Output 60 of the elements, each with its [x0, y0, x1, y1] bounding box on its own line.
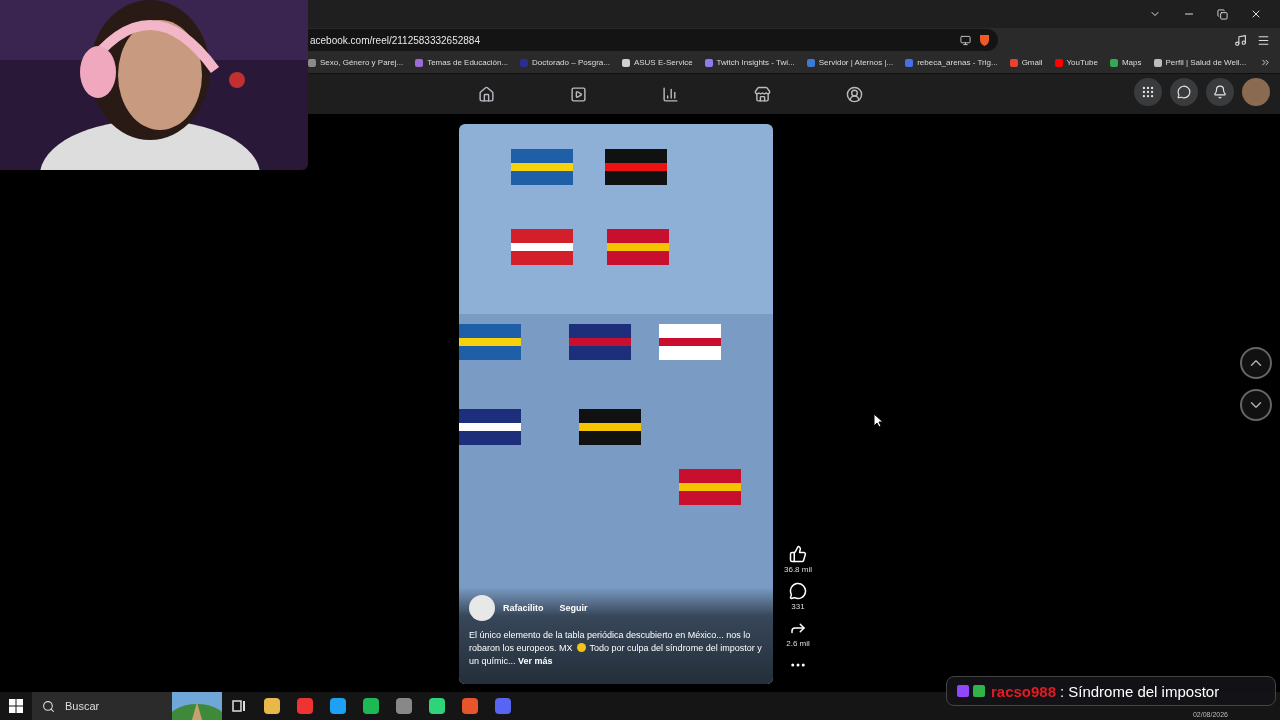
author-link[interactable]: Rafacilito: [503, 603, 544, 613]
search-field[interactable]: Buscar: [32, 692, 222, 720]
bookmark-link[interactable]: ASUS E-Service: [621, 58, 693, 67]
chat-separator: :: [1060, 682, 1065, 700]
address-bar[interactable]: acebook.com/reel/2112583332652884: [308, 29, 998, 51]
chart-icon[interactable]: [661, 85, 679, 103]
app-icon[interactable]: [296, 698, 313, 714]
monitor-icon[interactable]: [960, 34, 971, 46]
count-label: 331: [791, 602, 805, 611]
app-icon[interactable]: [329, 698, 346, 714]
url-text: acebook.com/reel/2112583332652884: [310, 34, 481, 46]
home-icon[interactable]: [477, 85, 495, 103]
app-icon[interactable]: [461, 698, 478, 714]
restore-icon[interactable]: [1217, 8, 1228, 20]
count-label: 2.6 mil: [786, 639, 810, 648]
app-icon[interactable]: [395, 698, 412, 714]
more-bookmarks-icon[interactable]: [1260, 57, 1272, 68]
menu-icon[interactable]: [1257, 33, 1270, 47]
reel-caption: El único elemento de la tabla periódica descubierto en México... nos lo robaron los europeos. MX Todo por culpa del síndrome del impostor y un químic... Ver más: [469, 629, 763, 668]
profile-icon[interactable]: [845, 85, 863, 103]
notifications-button[interactable]: [1206, 78, 1234, 106]
follow-link[interactable]: Seguir: [559, 603, 588, 613]
bookmark-link[interactable]: rebeca_arenas - Trig...: [905, 58, 998, 67]
windows-icon: [9, 699, 23, 713]
chat-bubble-icon: [1177, 85, 1191, 99]
thumbs-up-icon[interactable]: [789, 545, 807, 563]
bookmark-link[interactable]: Gmail: [1009, 58, 1043, 67]
bookmark-link[interactable]: Doctorado – Posgra...: [520, 58, 610, 67]
comment-icon[interactable]: [789, 582, 807, 600]
apps-button[interactable]: [1134, 78, 1162, 106]
app-icon[interactable]: [263, 698, 280, 714]
shield-icon[interactable]: [979, 34, 990, 46]
video-icon[interactable]: [569, 85, 587, 103]
next-button[interactable]: [1240, 389, 1272, 421]
bookmark-link[interactable]: Temas de Educación...: [415, 58, 509, 67]
emoji-icon: [576, 643, 586, 652]
avatar[interactable]: [1242, 78, 1270, 106]
bookmark-link[interactable]: Twitch Insights - Twi...: [704, 58, 795, 67]
search-icon: [42, 699, 55, 713]
grid-icon: [1141, 85, 1155, 99]
bookmark-link[interactable]: Perfil | Salud de Well...: [1153, 58, 1247, 67]
bookmark-link[interactable]: YouTube: [1054, 58, 1098, 67]
bell-icon: [1213, 85, 1227, 99]
chat-username: racso988: [991, 682, 1057, 700]
bookmark-link[interactable]: Sexo, Género y Parej...: [308, 58, 404, 67]
cursor-icon: [873, 413, 883, 428]
store-icon[interactable]: [753, 85, 771, 103]
close-icon[interactable]: [1250, 8, 1262, 20]
app-icon[interactable]: [428, 698, 445, 714]
messenger-button[interactable]: [1170, 78, 1198, 106]
previous-button[interactable]: [1240, 347, 1272, 379]
search-input[interactable]: Buscar: [63, 699, 173, 713]
music-icon[interactable]: [1234, 33, 1247, 47]
task-view-icon[interactable]: [231, 699, 246, 713]
app-icon[interactable]: [362, 698, 379, 714]
bookmark-link[interactable]: Servidor | Aternos |...: [806, 58, 894, 67]
chat-text: Síndrome del impostor: [1068, 682, 1220, 700]
count-label: 36.8 mil: [784, 565, 812, 574]
see-more-link[interactable]: Ver más: [518, 656, 553, 666]
bookmark-link[interactable]: Maps: [1109, 58, 1142, 67]
